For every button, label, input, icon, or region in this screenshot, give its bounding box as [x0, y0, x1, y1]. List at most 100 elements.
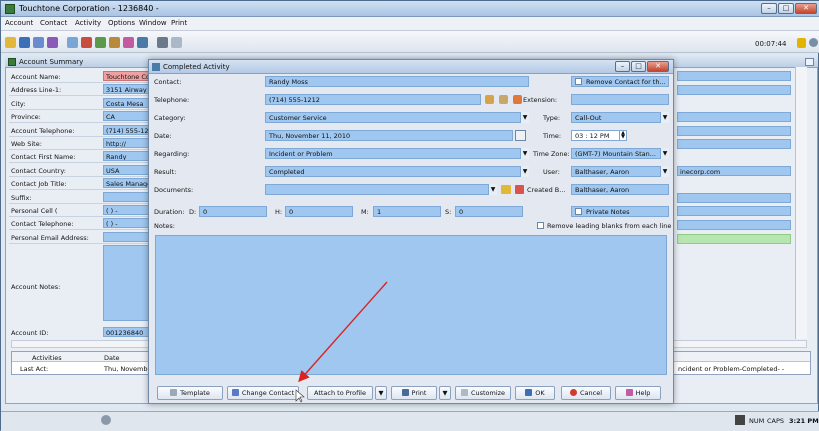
- seconds-field[interactable]: 0: [455, 206, 523, 217]
- days-field[interactable]: 0: [199, 206, 267, 217]
- date-field[interactable]: Thu, November 11, 2010: [265, 130, 513, 141]
- right-email-field[interactable]: inecorp.com: [677, 166, 791, 176]
- account-field-value[interactable]: Costa Mesa: [103, 98, 151, 108]
- account-field-label: Personal Email Address:: [11, 234, 89, 242]
- chevron-down-icon[interactable]: ▼: [520, 112, 529, 123]
- menu-contact[interactable]: Contact: [40, 19, 67, 27]
- right-field-3[interactable]: [677, 112, 791, 122]
- change-contact-button[interactable]: Change Contact: [227, 386, 299, 400]
- help-button[interactable]: Help: [615, 386, 661, 400]
- chevron-down-icon[interactable]: ▼: [488, 184, 497, 195]
- pause-icon[interactable]: [797, 38, 806, 48]
- chevron-down-icon[interactable]: ▼: [520, 148, 529, 159]
- right-field-green[interactable]: [677, 234, 791, 244]
- right-field-2[interactable]: [677, 85, 791, 95]
- minimize-button[interactable]: –: [761, 3, 777, 14]
- account-field-value[interactable]: ( ) -: [103, 218, 151, 228]
- attach-profile-button[interactable]: Attach to Profile: [307, 386, 373, 400]
- close-button[interactable]: ✕: [795, 3, 817, 14]
- maximize-button[interactable]: □: [778, 3, 794, 14]
- right-field-8[interactable]: [677, 220, 791, 230]
- lookup-icon[interactable]: [47, 37, 58, 48]
- add-contact-icon[interactable]: [33, 37, 44, 48]
- right-field-7[interactable]: [677, 206, 791, 216]
- menu-window[interactable]: Window: [139, 19, 167, 27]
- chevron-down-icon[interactable]: ▼: [520, 166, 529, 177]
- notes-textarea[interactable]: [155, 235, 667, 375]
- account-field-label: Contact Country:: [11, 167, 66, 175]
- task-icon[interactable]: [109, 37, 120, 48]
- type-select[interactable]: Call-Out: [571, 112, 669, 123]
- phone-book-icon[interactable]: [499, 95, 508, 104]
- account-notes-field[interactable]: [103, 245, 151, 321]
- calendar-icon[interactable]: [515, 130, 526, 141]
- dialog-close-button[interactable]: ✕: [647, 61, 669, 72]
- template-button[interactable]: Template: [157, 386, 223, 400]
- account-field-value[interactable]: [103, 232, 151, 242]
- panel-minimize-button[interactable]: [805, 58, 814, 66]
- schedule-icon[interactable]: [81, 37, 92, 48]
- category-select[interactable]: Customer Service: [265, 112, 529, 123]
- right-field-1[interactable]: [677, 71, 791, 81]
- account-id-field[interactable]: 001236840: [103, 327, 151, 337]
- menu-activity[interactable]: Activity: [75, 19, 101, 27]
- remove-blanks-checkbox[interactable]: [537, 222, 544, 229]
- documents-select[interactable]: [265, 184, 497, 195]
- chevron-down-icon[interactable]: ▼: [660, 166, 669, 177]
- account-field-value[interactable]: (714) 555-12: [103, 125, 151, 135]
- account-field-value[interactable]: CA: [103, 111, 151, 121]
- private-notes-checkbox[interactable]: Private Notes: [571, 206, 669, 217]
- calendar-icon[interactable]: [95, 37, 106, 48]
- attach-document-icon[interactable]: [515, 185, 524, 194]
- account-field-value[interactable]: http://: [103, 138, 151, 148]
- menu-print[interactable]: Print: [171, 19, 187, 27]
- attach-profile-dropdown[interactable]: ▼: [375, 386, 387, 400]
- hours-field[interactable]: 0: [285, 206, 353, 217]
- phone-icon[interactable]: [485, 95, 494, 104]
- menu-account[interactable]: Account: [5, 19, 33, 27]
- dialog-maximize-button[interactable]: □: [631, 61, 646, 72]
- account-field-value[interactable]: Randy: [103, 151, 151, 161]
- account-field-value[interactable]: Sales Manage: [103, 178, 151, 188]
- dialog-minimize-button[interactable]: –: [615, 61, 630, 72]
- ok-button[interactable]: OK: [515, 386, 555, 400]
- minutes-field[interactable]: 1: [373, 206, 441, 217]
- folder-icon[interactable]: [5, 37, 16, 48]
- remove-contact-checkbox[interactable]: Remove Contact for th...: [571, 76, 669, 87]
- customize-button[interactable]: Customize: [455, 386, 511, 400]
- print-dropdown[interactable]: ▼: [439, 386, 451, 400]
- telephone-field[interactable]: (714) 555-1212: [265, 94, 481, 105]
- report-icon[interactable]: [171, 37, 182, 48]
- extension-field[interactable]: [571, 94, 669, 105]
- result-select[interactable]: Completed: [265, 166, 529, 177]
- chevron-down-icon[interactable]: ▼: [660, 148, 669, 159]
- activity-icon[interactable]: [67, 37, 78, 48]
- contact-icon[interactable]: [19, 37, 30, 48]
- edit-icon[interactable]: [123, 37, 134, 48]
- print-button[interactable]: Print: [391, 386, 437, 400]
- printer-icon[interactable]: [157, 37, 168, 48]
- account-field-value[interactable]: [103, 192, 151, 202]
- right-field-6[interactable]: [677, 193, 791, 203]
- contact-field[interactable]: Randy Moss: [265, 76, 529, 87]
- book-icon[interactable]: [137, 37, 148, 48]
- right-field-5[interactable]: [677, 139, 791, 149]
- chevron-down-icon[interactable]: ▼: [660, 112, 669, 123]
- remove-contact-box[interactable]: [575, 78, 582, 85]
- account-field-value[interactable]: Touchtone Co: [103, 71, 151, 81]
- regarding-select[interactable]: Incident or Problem: [265, 148, 529, 159]
- right-field-4[interactable]: [677, 126, 791, 136]
- time-spinner[interactable]: ▲ ▼: [619, 131, 626, 140]
- timezone-select[interactable]: (GMT-7) Mountain Stan...: [571, 148, 669, 159]
- gear-icon[interactable]: [809, 38, 818, 47]
- user-select[interactable]: Balthaser, Aaron: [571, 166, 669, 177]
- cancel-button[interactable]: Cancel: [561, 386, 611, 400]
- dial-icon[interactable]: [513, 95, 522, 104]
- account-field-value[interactable]: ( ) -: [103, 205, 151, 215]
- account-field-value[interactable]: 3151 Airway A: [103, 84, 151, 94]
- open-folder-icon[interactable]: [501, 185, 511, 194]
- account-field-value[interactable]: USA: [103, 165, 151, 175]
- vertical-scrollbar[interactable]: [795, 67, 807, 339]
- private-notes-box[interactable]: [575, 208, 582, 215]
- menu-options[interactable]: Options: [108, 19, 135, 27]
